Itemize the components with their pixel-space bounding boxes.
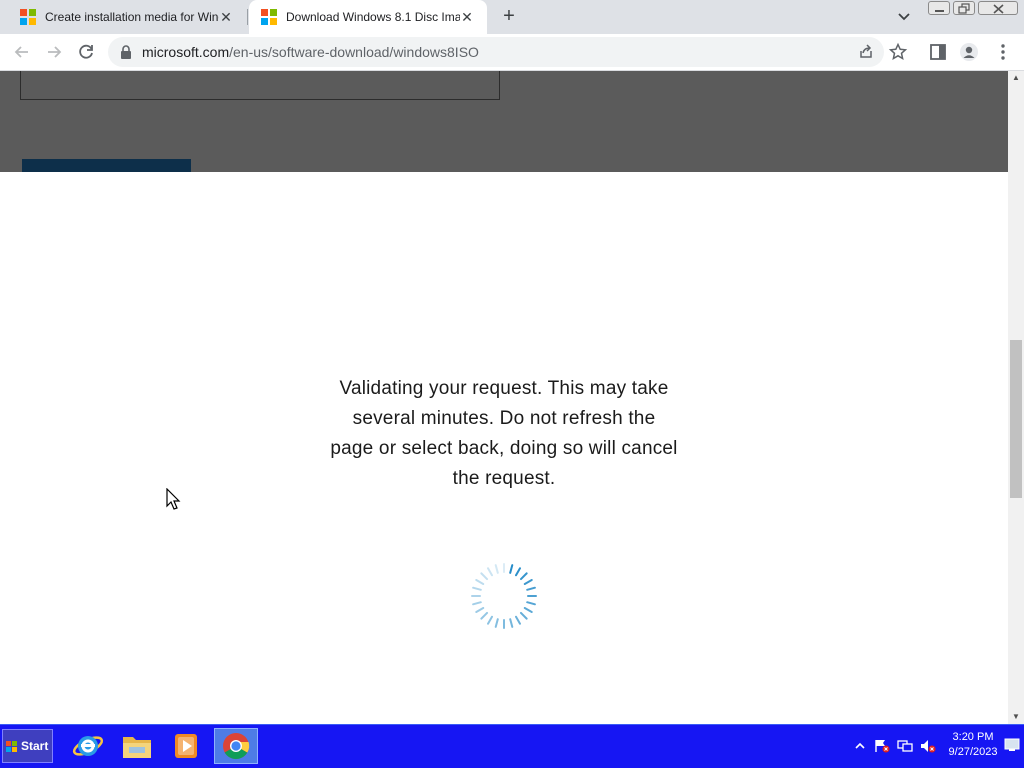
spinner-tick — [487, 567, 493, 577]
dimmed-page-overlay — [0, 71, 1008, 172]
tab-strip: Create installation media for Windows ✕ … — [0, 0, 1024, 34]
minimize-window-button[interactable] — [928, 1, 950, 15]
microsoft-logo-icon — [20, 9, 36, 25]
page-scrollbar[interactable]: ▲ ▼ — [1008, 71, 1024, 724]
tab-download-windows-81[interactable]: Download Windows 8.1 Disc Image ✕ — [249, 0, 487, 34]
tab-search-chevron-icon[interactable] — [895, 8, 913, 26]
lock-icon[interactable] — [120, 45, 132, 59]
close-window-button[interactable] — [978, 1, 1018, 15]
taskbar-chrome[interactable] — [214, 728, 258, 764]
side-panel-icon[interactable] — [928, 42, 948, 62]
spinner-tick — [494, 618, 499, 628]
volume-muted-icon[interactable] — [920, 739, 936, 753]
spinner-tick — [523, 579, 533, 585]
action-center-flag-icon[interactable] — [874, 739, 890, 753]
new-tab-button[interactable]: + — [498, 5, 520, 27]
spinner-tick — [494, 564, 499, 574]
spinner-tick — [526, 601, 536, 606]
url-path: /en-us/software-download/windows8ISO — [229, 44, 479, 60]
more-menu-icon[interactable] — [993, 42, 1013, 62]
spinner-tick — [475, 607, 485, 613]
spinner-tick — [519, 611, 528, 620]
start-label: Start — [21, 739, 49, 753]
spinner-tick — [480, 611, 489, 620]
restore-window-button[interactable] — [953, 1, 975, 15]
tab-divider — [247, 9, 248, 25]
clock-time: 3:20 PM — [952, 731, 994, 743]
browser-toolbar: microsoft.com/en-us/software-download/wi… — [0, 34, 1024, 71]
folder-icon — [123, 737, 151, 758]
spinner-tick — [523, 607, 533, 613]
spinner-tick — [472, 586, 482, 591]
tab-title: Download Windows 8.1 Disc Image — [286, 10, 460, 24]
confirm-button-dimmed — [22, 159, 191, 172]
spinner-tick — [526, 586, 536, 591]
loading-spinner-icon — [471, 563, 537, 629]
tab-create-installation-media[interactable]: Create installation media for Windows ✕ — [8, 0, 246, 34]
windows-taskbar: Start 3:20 PM 9/27/2023 — [0, 724, 1024, 768]
spinner-tick — [515, 615, 521, 625]
spinner-tick — [509, 618, 514, 628]
spinner-tick — [519, 572, 528, 581]
windows-flag-icon — [6, 740, 17, 752]
scroll-down-arrow-icon[interactable]: ▼ — [1008, 710, 1024, 724]
start-button[interactable]: Start — [2, 729, 53, 763]
tab-title: Create installation media for Windows — [45, 10, 219, 24]
scroll-up-arrow-icon[interactable]: ▲ — [1008, 71, 1024, 85]
profile-avatar-icon[interactable] — [959, 42, 979, 62]
url-host: microsoft.com — [142, 44, 230, 60]
close-tab-icon[interactable]: ✕ — [218, 9, 234, 25]
taskbar-file-explorer[interactable] — [115, 728, 159, 764]
edition-select-box — [20, 71, 500, 100]
media-player-icon — [175, 734, 197, 758]
spinner-tick — [509, 564, 514, 574]
mouse-cursor-icon — [166, 488, 181, 510]
taskbar-clock[interactable]: 3:20 PM 9/27/2023 — [942, 730, 1004, 760]
spinner-tick — [472, 601, 482, 606]
scrollbar-thumb[interactable] — [1010, 340, 1022, 498]
spinner-tick — [480, 572, 489, 581]
show-hidden-icons-icon[interactable] — [852, 739, 868, 753]
reload-icon[interactable] — [76, 42, 96, 62]
back-arrow-icon[interactable] — [12, 42, 32, 62]
page-content: Validating your request. This may take s… — [0, 71, 1008, 724]
url-text: microsoft.com/en-us/software-download/wi… — [142, 44, 479, 60]
show-desktop-icon[interactable] — [1004, 737, 1020, 753]
bookmark-star-icon[interactable] — [888, 42, 908, 62]
validation-message: Validating your request. This may take s… — [330, 378, 678, 489]
close-tab-icon[interactable]: ✕ — [459, 9, 475, 25]
share-icon[interactable] — [856, 42, 876, 62]
internet-explorer-icon — [72, 736, 104, 756]
taskbar-media-player[interactable] — [164, 728, 208, 764]
chrome-icon — [223, 733, 250, 760]
forward-arrow-icon[interactable] — [44, 42, 64, 62]
address-bar[interactable]: microsoft.com/en-us/software-download/wi… — [108, 37, 884, 67]
network-icon[interactable] — [897, 739, 913, 753]
spinner-tick — [515, 567, 521, 577]
clock-date: 9/27/2023 — [948, 746, 998, 758]
taskbar-internet-explorer[interactable] — [66, 728, 110, 764]
microsoft-logo-icon — [261, 9, 277, 25]
spinner-tick — [475, 579, 485, 585]
spinner-tick — [487, 615, 493, 625]
